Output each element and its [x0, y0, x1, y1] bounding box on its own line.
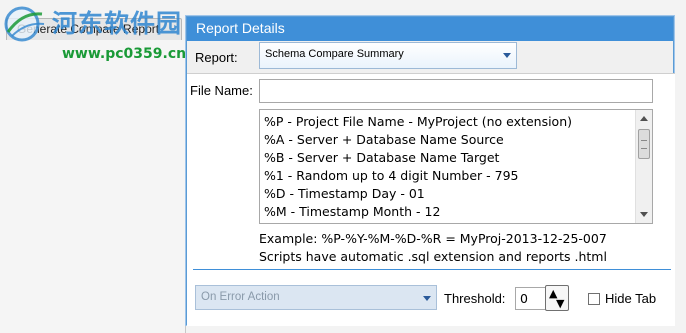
threshold-label: Threshold: — [444, 291, 506, 306]
left-pane — [0, 40, 186, 333]
report-details-dialog: Report Details Report: Schema Compare Su… — [186, 16, 675, 326]
chevron-down-icon — [423, 296, 431, 301]
dialog-title: Report Details — [187, 17, 673, 41]
report-select[interactable]: Schema Compare Summary — [259, 42, 517, 69]
threshold-value: 0 — [520, 291, 528, 306]
threshold-spinner[interactable]: ▲ ▼ — [545, 285, 569, 311]
watermark-url: www.pc0359.cn — [62, 46, 187, 62]
watermark-logo-icon — [4, 6, 45, 42]
list-item[interactable]: %A - Server + Database Name Source — [264, 132, 504, 150]
spin-down-icon[interactable]: ▼ — [556, 298, 564, 309]
scripts-note: Scripts have automatic .sql extension an… — [259, 249, 607, 264]
example-text: Example: %P-%Y-%M-%D-%R = MyProj-2013-12… — [259, 231, 607, 246]
list-item[interactable]: %M - Timestamp Month - 12 — [264, 204, 440, 222]
watermark: 河东软件园 www.pc0359.cn — [2, 2, 192, 66]
on-error-action-value: On Error Action — [201, 291, 280, 303]
file-name-input[interactable] — [259, 79, 653, 103]
on-error-action-select[interactable]: On Error Action — [195, 285, 437, 310]
list-item[interactable]: %P - Project File Name - MyProject (no e… — [264, 114, 572, 132]
list-item[interactable]: %1 - Random up to 4 digit Number - 795 — [264, 168, 519, 186]
scroll-up-icon[interactable] — [640, 116, 648, 121]
separator — [193, 269, 671, 270]
list-item[interactable]: %D - Timestamp Day - 01 — [264, 186, 425, 204]
listbox-scrollbar[interactable] — [635, 110, 652, 223]
hide-tab-checkbox[interactable] — [588, 293, 600, 305]
chevron-down-icon — [503, 53, 511, 58]
file-name-label: File Name: — [190, 83, 253, 98]
scroll-down-icon[interactable] — [640, 212, 648, 217]
scrollbar-thumb[interactable] — [638, 129, 650, 159]
hide-tab-label[interactable]: Hide Tab — [605, 291, 656, 306]
token-listbox[interactable]: %P - Project File Name - MyProject (no e… — [259, 109, 653, 224]
watermark-title: 河东软件园 — [52, 9, 183, 38]
report-label: Report: — [195, 50, 238, 65]
report-select-value: Schema Compare Summary — [265, 48, 404, 60]
list-item[interactable]: %B - Server + Database Name Target — [264, 150, 499, 168]
